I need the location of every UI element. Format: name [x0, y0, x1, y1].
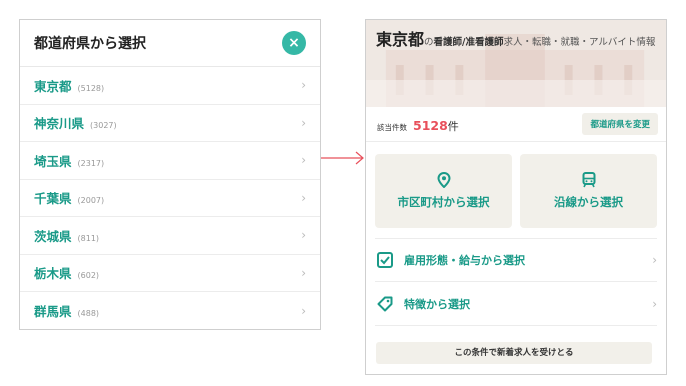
map-pin-icon: [436, 172, 451, 188]
prefecture-name: 栃木県: [34, 266, 72, 282]
chevron-right-icon: ›: [301, 228, 306, 243]
prefecture-count: (811): [77, 233, 100, 243]
line-select-label: 沿線から選択: [554, 195, 623, 209]
prefecture-name: 千葉県: [34, 191, 72, 207]
prefecture-item[interactable]: 千葉県 (2007) ›: [20, 180, 320, 217]
prefecture-count: (5128): [77, 83, 105, 93]
count-unit: 件: [447, 119, 459, 133]
chevron-right-icon: ›: [652, 253, 657, 267]
chevron-right-icon: ›: [301, 153, 306, 168]
prefecture-name: 群馬県: [34, 304, 72, 320]
page-heading: 東京都の看護師/准看護師求人・転職・就職・アルバイト情報: [376, 30, 656, 53]
panel-title: 都道府県から選択: [34, 36, 146, 52]
prefecture-count: (602): [77, 271, 100, 281]
prefecture-item[interactable]: 茨城県 (811) ›: [20, 217, 320, 255]
line-select-button[interactable]: 沿線から選択: [520, 154, 657, 228]
result-count-row: 該当件数 5128件 都道府県を変更: [366, 107, 666, 142]
prefecture-count: (3027): [90, 121, 117, 131]
count-value: 5128: [413, 117, 448, 133]
features-label: 特徴から選択: [404, 297, 470, 311]
chevron-right-icon: ›: [301, 115, 306, 130]
panel-header: 都道府県から選択 ×: [20, 20, 320, 67]
heading-job: 看護師/准看護師: [433, 37, 504, 48]
chevron-right-icon: ›: [301, 303, 306, 318]
chevron-right-icon: ›: [301, 265, 306, 280]
chevron-right-icon: ›: [652, 296, 657, 311]
prefecture-name: 東京都: [34, 78, 72, 94]
train-icon: [582, 172, 595, 188]
close-icon[interactable]: ×: [282, 31, 306, 55]
features-row[interactable]: 特徴から選択 ›: [375, 282, 657, 326]
prefecture-name: 埼玉県: [34, 153, 72, 169]
city-select-label: 市区町村から選択: [397, 195, 490, 209]
prefecture-list: 東京都 (5128) › 神奈川県 (3027) › 埼玉県 (2317) › 千葉県…: [20, 67, 320, 329]
prefecture-item[interactable]: 栃木県 (602) ›: [20, 255, 320, 292]
prefecture-count: (2007): [77, 196, 105, 206]
prefecture-count: (2317): [77, 158, 105, 168]
checkbox-icon: [377, 252, 393, 268]
city-select-button[interactable]: 市区町村から選択: [375, 154, 512, 228]
subscribe-new-jobs-button[interactable]: この条件で新着求人を受けとる: [376, 342, 652, 364]
tag-icon: [377, 296, 393, 311]
prefecture-name: 茨城県: [34, 228, 72, 244]
prefecture-name: 神奈川県: [34, 116, 85, 132]
prefecture-item[interactable]: 群馬県 (488) ›: [20, 292, 320, 329]
arrow-right-icon: [321, 151, 364, 165]
search-page-panel: 東京都の看護師/准看護師求人・転職・就職・アルバイト情報 該当件数 5128件 都…: [365, 19, 667, 375]
hero-banner: 東京都の看護師/准看護師求人・転職・就職・アルバイト情報: [366, 20, 666, 107]
heading-prefecture: 東京都: [376, 30, 425, 49]
heading-rest: 求人・転職・就職・アルバイト情報: [503, 37, 656, 48]
prefecture-count: (488): [77, 309, 100, 319]
prefecture-select-panel: 都道府県から選択 × 東京都 (5128) › 神奈川県 (3027) › 埼玉県 (…: [19, 19, 321, 330]
chevron-right-icon: ›: [301, 78, 306, 93]
chevron-right-icon: ›: [301, 190, 306, 205]
prefecture-item[interactable]: 東京都 (5128) ›: [20, 67, 320, 105]
prefecture-item[interactable]: 埼玉県 (2317) ›: [20, 142, 320, 180]
heading-particle: の: [424, 37, 434, 48]
change-prefecture-button[interactable]: 都道府県を変更: [582, 113, 658, 135]
employment-salary-label: 雇用形態・給与から選択: [404, 254, 525, 267]
employment-salary-row[interactable]: 雇用形態・給与から選択 ›: [375, 238, 657, 282]
prefecture-item[interactable]: 神奈川県 (3027) ›: [20, 105, 320, 142]
count-label: 該当件数: [377, 122, 407, 132]
select-buttons: 市区町村から選択 沿線から選択: [366, 142, 666, 228]
